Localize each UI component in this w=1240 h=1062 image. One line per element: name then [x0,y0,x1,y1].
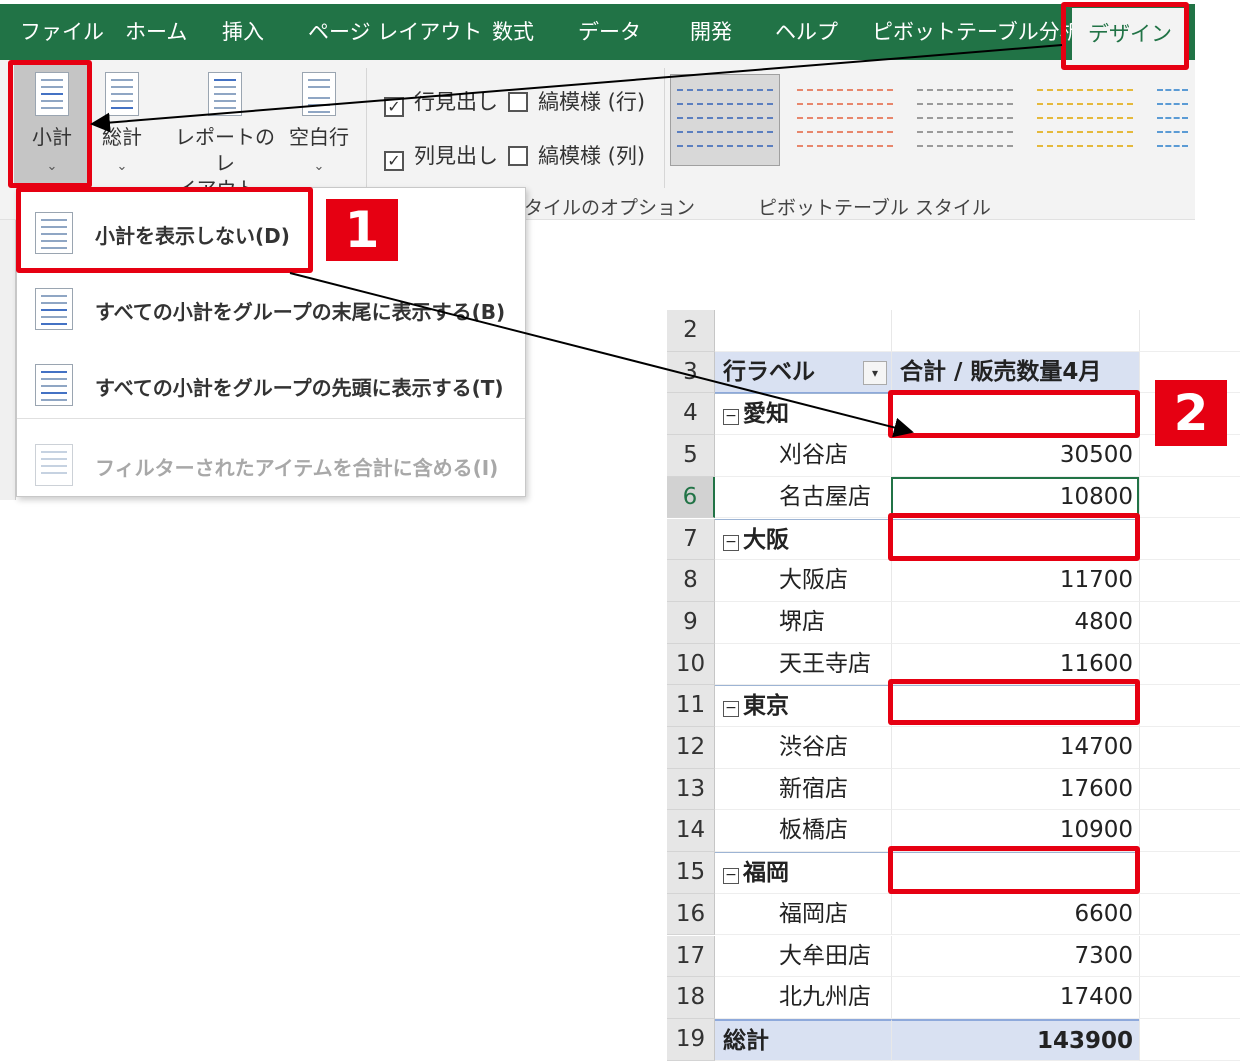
arrow-design-to-subtotal [90,44,1063,133]
annotation-arrows [90,44,1063,438]
arrow-menu-to-cell [289,272,914,438]
